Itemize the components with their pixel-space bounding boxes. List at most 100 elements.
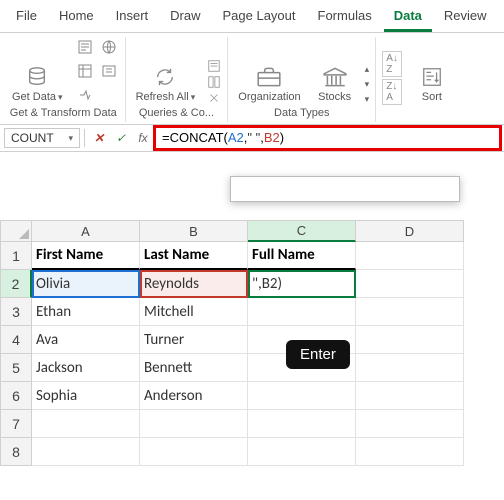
cell-c2[interactable]: ",B2) bbox=[248, 270, 356, 298]
col-header-b[interactable]: B bbox=[140, 220, 248, 242]
cell-d3[interactable] bbox=[356, 298, 464, 326]
queries-btn-3[interactable] bbox=[207, 91, 221, 105]
tab-data[interactable]: Data bbox=[384, 4, 432, 32]
cancel-formula-button[interactable]: ✕ bbox=[89, 128, 109, 148]
row-header-1[interactable]: 1 bbox=[0, 242, 32, 270]
tab-formulas[interactable]: Formulas bbox=[308, 4, 382, 32]
row-header-5[interactable]: 5 bbox=[0, 354, 32, 382]
cell-b8[interactable] bbox=[140, 438, 248, 466]
cell-b4[interactable]: Turner bbox=[140, 326, 248, 354]
enter-formula-button[interactable]: ✓ bbox=[111, 128, 131, 148]
group-data-types: Organization Stocks ▴ ▾ ▾ Data Types bbox=[228, 37, 376, 122]
cell-a4[interactable]: Ava bbox=[32, 326, 140, 354]
organization-button[interactable]: Organization bbox=[234, 63, 304, 105]
cell-d4[interactable] bbox=[356, 326, 464, 354]
cell-a5[interactable]: Jackson bbox=[32, 354, 140, 382]
cell-c8[interactable] bbox=[248, 438, 356, 466]
cell-c6[interactable] bbox=[248, 382, 356, 410]
group-sort: A↓Z Z↓A Sort bbox=[376, 37, 460, 122]
cell-a8[interactable] bbox=[32, 438, 140, 466]
row-header-3[interactable]: 3 bbox=[0, 298, 32, 326]
scroll-down-icon[interactable]: ▾ bbox=[365, 79, 370, 90]
col-header-a[interactable]: A bbox=[32, 220, 140, 242]
get-data-button[interactable]: Get Data ▾ bbox=[8, 63, 67, 105]
existing-conn-icon[interactable] bbox=[75, 85, 95, 105]
sort-desc-icon[interactable]: Z↓A bbox=[382, 79, 402, 105]
scroll-up-icon[interactable]: ▴ bbox=[365, 64, 370, 75]
cell-d1[interactable] bbox=[356, 242, 464, 270]
bank-icon bbox=[321, 65, 349, 89]
row-header-8[interactable]: 8 bbox=[0, 438, 32, 466]
chevron-down-icon: ▾ bbox=[191, 92, 196, 103]
tab-draw[interactable]: Draw bbox=[160, 4, 210, 32]
group-label-datatypes: Data Types bbox=[274, 105, 329, 122]
group-queries: Refresh All ▾ Queries & Co... bbox=[126, 37, 229, 122]
refresh-icon bbox=[151, 65, 179, 89]
name-box[interactable]: COUNT ▾ bbox=[4, 128, 80, 148]
chevron-down-icon: ▾ bbox=[68, 133, 73, 144]
cell-c1[interactable]: Full Name bbox=[248, 242, 356, 270]
stocks-label: Stocks bbox=[318, 91, 351, 103]
enter-key-badge: Enter bbox=[286, 340, 350, 369]
tab-home[interactable]: Home bbox=[49, 4, 104, 32]
cell-a3[interactable]: Ethan bbox=[32, 298, 140, 326]
row-header-2[interactable]: 2 bbox=[0, 270, 32, 298]
expand-icon[interactable]: ▾ bbox=[365, 94, 370, 105]
queries-side-buttons bbox=[207, 59, 221, 105]
refresh-all-button[interactable]: Refresh All ▾ bbox=[132, 63, 200, 105]
group-label-sort bbox=[417, 105, 420, 122]
cell-a1[interactable]: First Name bbox=[32, 242, 140, 270]
tab-file[interactable]: File bbox=[6, 4, 47, 32]
from-table-icon[interactable] bbox=[75, 61, 95, 81]
cell-a7[interactable] bbox=[32, 410, 140, 438]
col-header-c[interactable]: C bbox=[248, 220, 356, 242]
cell-a6[interactable]: Sophia bbox=[32, 382, 140, 410]
queries-btn-1[interactable] bbox=[207, 59, 221, 73]
fx-button[interactable]: fx bbox=[133, 128, 153, 148]
database-icon bbox=[23, 65, 51, 89]
formula-ref2: B2 bbox=[264, 130, 280, 145]
get-data-label: Get Data bbox=[12, 91, 56, 103]
tab-insert[interactable]: Insert bbox=[106, 4, 159, 32]
cell-d6[interactable] bbox=[356, 382, 464, 410]
cell-b2[interactable]: Reynolds bbox=[140, 270, 248, 298]
cell-c7[interactable] bbox=[248, 410, 356, 438]
formula-input[interactable]: =CONCAT(A2," ",B2) bbox=[155, 127, 500, 149]
row-header-6[interactable]: 6 bbox=[0, 382, 32, 410]
name-box-value: COUNT bbox=[11, 131, 54, 145]
tab-review[interactable]: Review bbox=[434, 4, 497, 32]
recent-sources-icon[interactable] bbox=[99, 61, 119, 81]
cell-d2[interactable] bbox=[356, 270, 464, 298]
cell-c3[interactable] bbox=[248, 298, 356, 326]
from-text-icon[interactable] bbox=[75, 37, 95, 57]
get-transform-mini-buttons bbox=[75, 37, 119, 105]
formula-tooltip bbox=[230, 176, 460, 202]
placeholder-icon bbox=[99, 85, 119, 105]
group-label-queries: Queries & Co... bbox=[139, 105, 214, 122]
briefcase-icon bbox=[255, 65, 283, 89]
stocks-button[interactable]: Stocks bbox=[313, 63, 357, 105]
col-header-d[interactable]: D bbox=[356, 220, 464, 242]
cell-b3[interactable]: Mitchell bbox=[140, 298, 248, 326]
formula-bar: COUNT ▾ ✕ ✓ fx =CONCAT(A2," ",B2) bbox=[0, 125, 504, 152]
cell-b5[interactable]: Bennett bbox=[140, 354, 248, 382]
row-header-7[interactable]: 7 bbox=[0, 410, 32, 438]
row-header-4[interactable]: 4 bbox=[0, 326, 32, 354]
organization-label: Organization bbox=[238, 91, 300, 103]
queries-btn-2[interactable] bbox=[207, 75, 221, 89]
sort-button[interactable]: Sort bbox=[410, 63, 454, 105]
select-all-corner[interactable] bbox=[0, 220, 32, 242]
cell-b1[interactable]: Last Name bbox=[140, 242, 248, 270]
from-web-icon[interactable] bbox=[99, 37, 119, 57]
cell-d5[interactable] bbox=[356, 354, 464, 382]
cell-d8[interactable] bbox=[356, 438, 464, 466]
cell-d7[interactable] bbox=[356, 410, 464, 438]
sort-asc-icon[interactable]: A↓Z bbox=[382, 51, 402, 77]
cell-a2[interactable]: Olivia bbox=[32, 270, 140, 298]
cell-b6[interactable]: Anderson bbox=[140, 382, 248, 410]
tab-page-layout[interactable]: Page Layout bbox=[213, 4, 306, 32]
ribbon: Get Data ▾ Get & Transform Data Refresh … bbox=[0, 33, 504, 125]
formula-ref1: A2 bbox=[228, 130, 244, 145]
cell-b7[interactable] bbox=[140, 410, 248, 438]
sort-label: Sort bbox=[422, 91, 442, 103]
